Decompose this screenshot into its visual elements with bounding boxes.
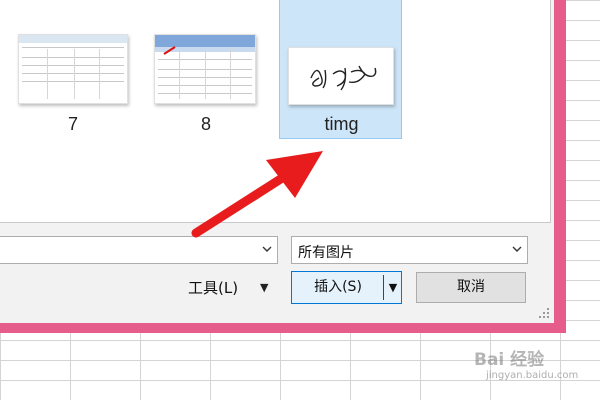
red-arrow-annotation bbox=[191, 151, 323, 238]
baidu-jingyan-watermark: Bai 经验 jingyan.baidu.com bbox=[474, 343, 600, 400]
watermark-text: Bai 经验 bbox=[474, 350, 545, 370]
watermark-url: jingyan.baidu.com bbox=[486, 370, 579, 381]
